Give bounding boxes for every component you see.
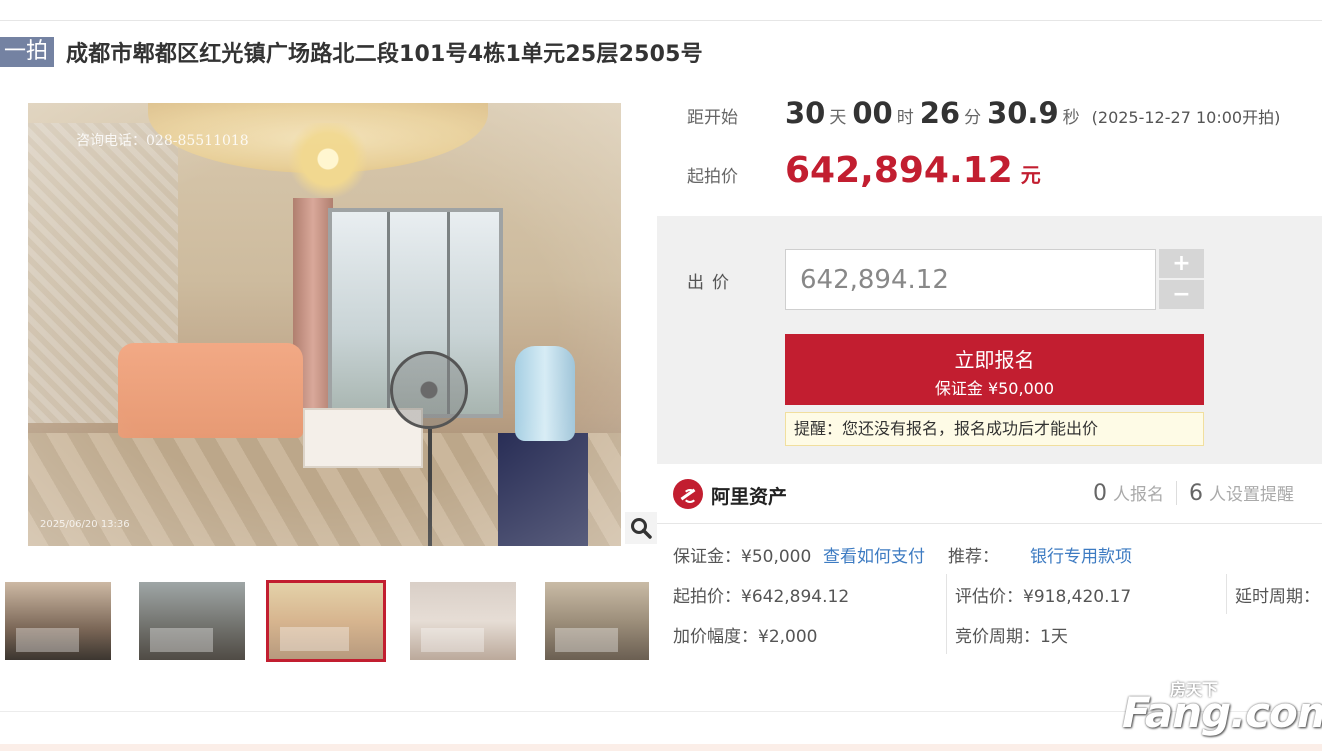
countdown-days-unit: 天: [829, 108, 847, 128]
thumbnail-1[interactable]: [5, 582, 111, 660]
countdown-seconds: 30.9: [987, 96, 1059, 130]
recommend-label: 推荐：: [948, 547, 999, 567]
how-to-pay-link[interactable]: 查看如何支付: [823, 542, 925, 567]
countdown-minutes: 26: [919, 96, 961, 130]
bid-panel: 出价 642,894.12 + − 立即报名 保证金 ¥50,000 提醒：您还…: [657, 216, 1322, 464]
platform-name: 阿里资产: [711, 486, 788, 508]
thumbnail-3-active[interactable]: [266, 580, 386, 662]
auction-start-time: (2025-12-27 10:00开拍): [1091, 108, 1281, 127]
bottom-strip: [0, 744, 1322, 751]
signup-reminder: 提醒：您还没有报名，报名成功后才能出价: [785, 412, 1204, 446]
auction-page: 一拍 成都市郫都区红光镇广场路北二段101号4栋1单元25层2505号 咨询电话…: [0, 0, 1322, 751]
countdown-hours-unit: 时: [896, 108, 914, 128]
thumbnail-strip: [0, 580, 660, 664]
photo-watermark-date: 2025/06/20 13:36: [40, 519, 130, 530]
bid-period: 竞价周期：1天: [955, 627, 1068, 647]
photo-watermark-phone: 咨询电话：028-85511018: [76, 133, 249, 149]
zoom-button[interactable]: [625, 512, 657, 544]
delay-period: 延时周期：: [1235, 587, 1320, 607]
reminder-count: 6: [1189, 481, 1203, 506]
thumbnail-4[interactable]: [410, 582, 516, 660]
countdown-hours: 00: [852, 96, 893, 130]
bid-amount-input[interactable]: 642,894.12: [785, 249, 1156, 310]
start-price-value: 642,894.12: [785, 150, 1013, 191]
fang-watermark-logo: 房天下 Fang.com: [1122, 676, 1322, 737]
top-divider: [0, 20, 1322, 21]
start-price-detail: 起拍价：¥642,894.12: [673, 587, 850, 607]
platform-row: 阿里资产 0 人报名 6 人设置提醒: [673, 476, 1322, 516]
countdown-label: 距开始: [687, 108, 738, 128]
signup-count: 0: [1093, 481, 1107, 506]
decrease-bid-button[interactable]: −: [1159, 280, 1204, 309]
increase-bid-button[interactable]: +: [1159, 249, 1204, 278]
appraisal-price: 评估价：¥918,420.17: [955, 587, 1132, 607]
page-title: 成都市郫都区红光镇广场路北二段101号4栋1单元25层2505号: [66, 42, 703, 67]
countdown-days: 30: [785, 96, 826, 130]
countdown-minutes-unit: 分: [964, 108, 982, 128]
magnifier-icon: [631, 518, 652, 539]
fang-watermark-en: Fang.com: [1122, 688, 1322, 737]
round-badge: 一拍: [0, 37, 55, 67]
countdown-seconds-unit: 秒: [1062, 108, 1080, 128]
countdown: 距开始 30 天 00 时 26 分 30.9 秒 (2025-12-27 10…: [687, 96, 1280, 132]
reminder-count-text: 人设置提醒: [1209, 485, 1294, 505]
signup-button[interactable]: 立即报名 保证金 ¥50,000: [785, 334, 1204, 405]
deposit-info: 保证金：¥50,000: [673, 547, 812, 567]
title-row: 一拍 成都市郫都区红光镇广场路北二段101号4栋1单元25层2505号: [0, 36, 703, 68]
start-price-label: 起拍价: [687, 167, 738, 187]
main-photo[interactable]: 咨询电话：028-85511018 2025/06/20 13:36: [28, 103, 621, 546]
thumbnail-2[interactable]: [139, 582, 245, 660]
signup-button-label: 立即报名: [954, 348, 1035, 372]
participation-stats: 0 人报名 6 人设置提醒: [1093, 480, 1294, 506]
platform-divider: [657, 523, 1322, 524]
start-price-row: 起拍价 642,894.12 元: [687, 150, 1041, 194]
bid-increment: 加价幅度：¥2,000: [673, 627, 818, 647]
signup-count-text: 人报名: [1113, 485, 1164, 505]
bid-label: 出价: [687, 273, 737, 293]
signup-deposit-label: 保证金 ¥50,000: [934, 379, 1055, 398]
bank-loan-link[interactable]: 银行专用款项: [1030, 542, 1132, 567]
ali-assets-logo-icon: [673, 479, 703, 509]
thumbnail-5[interactable]: [545, 582, 649, 660]
start-price-unit: 元: [1020, 163, 1041, 187]
